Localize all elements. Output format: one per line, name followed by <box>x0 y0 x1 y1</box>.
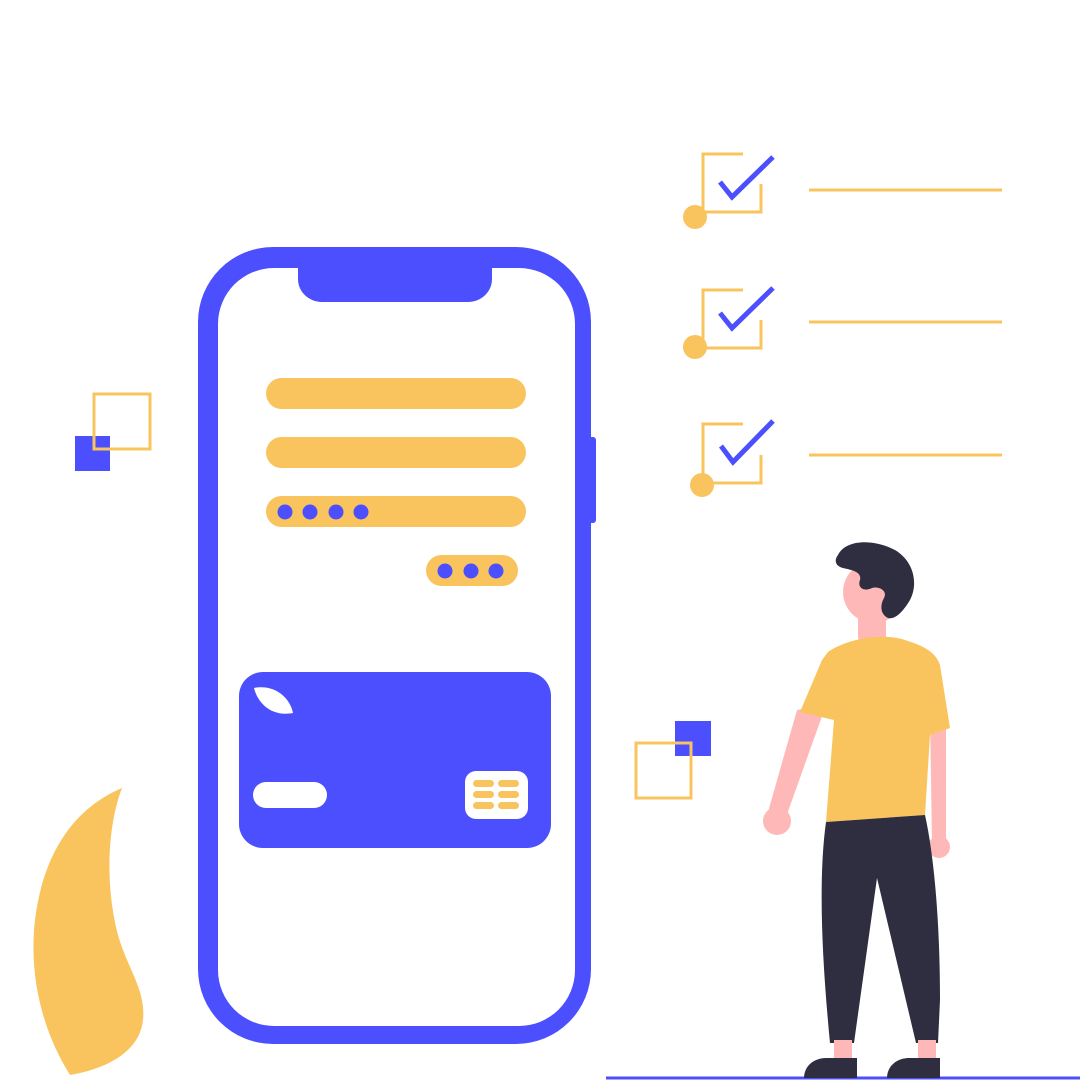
smartphone <box>198 247 596 1044</box>
pants <box>821 815 940 1043</box>
left-hand <box>763 807 791 835</box>
payment-illustration <box>33 152 1080 1080</box>
right-shoe <box>887 1058 940 1078</box>
pin-dot <box>437 563 453 579</box>
card-name-strip <box>253 782 327 808</box>
bullet-dot <box>690 473 714 497</box>
checkbox-outline <box>701 422 763 485</box>
checklist <box>683 152 1002 497</box>
credit-card-body <box>239 672 551 848</box>
right-ankle <box>918 1040 936 1060</box>
password-dot <box>302 504 318 520</box>
name-field[interactable] <box>266 378 526 409</box>
credit-card[interactable] <box>239 672 551 848</box>
email-field[interactable] <box>266 437 526 468</box>
checklist-item-2[interactable] <box>683 286 1002 359</box>
pin-dots <box>437 563 504 579</box>
leaf-icon <box>33 788 144 1075</box>
pin-dot <box>463 563 479 579</box>
left-ankle <box>834 1040 852 1060</box>
phone-notch <box>298 268 492 302</box>
checkbox-outline <box>701 288 763 350</box>
password-dot <box>353 504 369 520</box>
bullet-dot <box>683 335 707 359</box>
deco-square-filled-right <box>675 721 711 756</box>
bullet-dot <box>683 205 707 229</box>
pin-dot <box>488 563 504 579</box>
left-arm <box>768 705 826 820</box>
checklist-item-1[interactable] <box>683 152 1002 229</box>
checkmark-icon <box>718 286 775 332</box>
person-figure <box>606 542 1080 1080</box>
checklist-item-3[interactable] <box>690 419 1002 497</box>
shirt <box>800 636 950 822</box>
checkmark-icon <box>719 419 775 466</box>
checkbox-outline <box>701 152 763 214</box>
checkmark-icon <box>718 155 775 201</box>
left-shoe <box>804 1058 857 1078</box>
password-dot <box>277 504 293 520</box>
password-dot <box>328 504 344 520</box>
